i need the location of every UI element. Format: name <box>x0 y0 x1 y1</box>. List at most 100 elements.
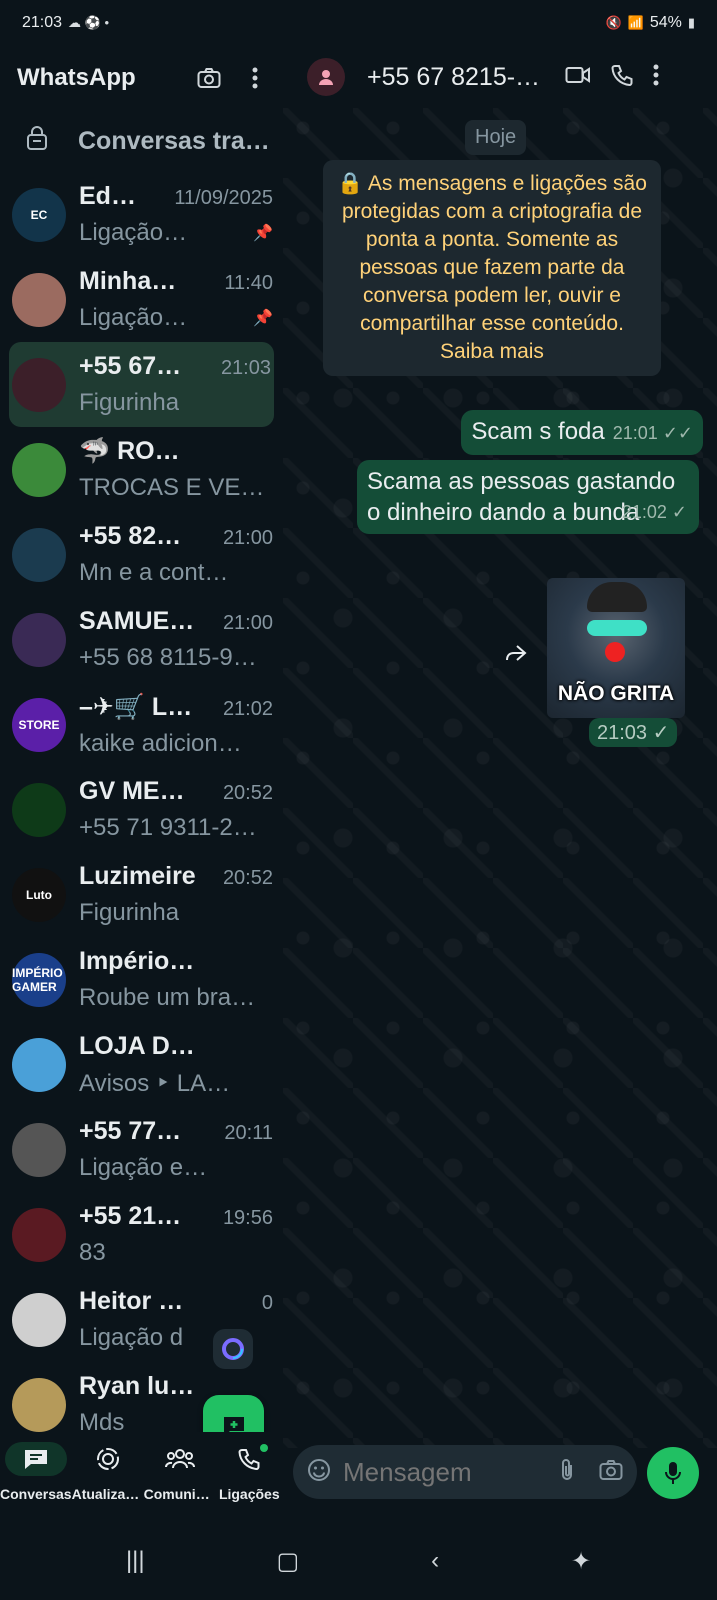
tab-conversas[interactable]: Conversas <box>0 1432 72 1522</box>
message-input[interactable] <box>343 1456 559 1488</box>
message-time: 21:01 ✓✓ <box>612 423 693 443</box>
chat-name: GV MET… <box>79 777 197 805</box>
chat-list-item[interactable]: Minha… 11:40 Ligação… 📌 <box>0 257 283 342</box>
chat-list-item[interactable]: +55 77… 20:11 Ligação e… <box>0 1107 283 1192</box>
tab-atualizacoes[interactable]: Atualizações <box>72 1432 144 1522</box>
calls-tab-icon <box>218 1442 280 1476</box>
avatar[interactable] <box>12 1037 66 1092</box>
chat-name: Minha… <box>79 267 177 295</box>
avatar[interactable] <box>12 527 66 582</box>
more-options-icon[interactable] <box>653 64 659 91</box>
avatar[interactable] <box>12 357 66 412</box>
forward-icon[interactable] <box>505 644 527 667</box>
avatar[interactable] <box>12 1122 66 1177</box>
avatar[interactable] <box>12 612 66 667</box>
tab-comunidades[interactable]: Comunidades <box>144 1432 216 1522</box>
chat-list-item[interactable]: 🦈 ROUB… TROCAS E VEN… <box>0 427 283 512</box>
conversation-pane: +55 67 8215-… Hoje 🔒 As mensagens e liga… <box>283 46 717 1522</box>
avatar[interactable] <box>12 442 66 497</box>
chat-item-body: Império G… Roube um bra… <box>79 947 273 1012</box>
chat-list-item[interactable]: LOJA DE… Avisos ‣ LA… <box>0 1022 283 1107</box>
avatar[interactable] <box>12 1207 66 1262</box>
avatar[interactable] <box>12 1377 66 1432</box>
message-composer <box>293 1445 637 1499</box>
chat-list-item[interactable]: EC Ed… 11/09/2025 Ligação… 📌 <box>0 172 283 257</box>
chat-item-body: +55 21… 19:56 83 <box>79 1202 273 1267</box>
chat-name: +55 21… <box>79 1202 182 1230</box>
avatar[interactable]: Luto <box>12 867 66 922</box>
read-receipt-icon: ✓✓ <box>662 423 693 443</box>
chat-preview: kaike adicion… <box>79 729 242 757</box>
sticker-glasses <box>587 620 647 636</box>
system-navigation-bar: ||| ▢ ‹ ✦ <box>0 1522 717 1600</box>
avatar[interactable] <box>12 272 66 327</box>
chat-list-item[interactable]: +55 21… 19:56 83 <box>0 1192 283 1277</box>
chat-item-body: +55 82… 21:00 Mn e a cont… <box>79 522 273 587</box>
video-call-icon[interactable] <box>565 66 591 89</box>
message-bubble-outgoing[interactable]: Scama as pessoas gastando o dinheiro dan… <box>357 460 699 534</box>
tab-label: Atualizações <box>71 1486 144 1502</box>
chat-list-item[interactable]: SAMUE… 21:00 +55 68 8115-9… <box>0 597 283 682</box>
chat-name: 🦈 ROUB… <box>79 437 197 465</box>
status-bar: 21:03 ☁ ⚽ • 🔇 📶 54% ▮ <box>0 0 717 46</box>
more-options-icon[interactable] <box>241 64 269 92</box>
chat-list-item[interactable]: +55 82… 21:00 Mn e a cont… <box>0 512 283 597</box>
chat-time: 21:00 <box>222 527 273 549</box>
contact-avatar[interactable] <box>307 58 345 96</box>
back-icon[interactable]: ‹ <box>431 1547 439 1575</box>
chat-name: +55 77… <box>79 1117 182 1145</box>
chat-preview: Ligação… <box>79 304 188 331</box>
sticker-image[interactable]: NÃO GRITA <box>547 578 685 718</box>
chat-list-item[interactable]: IMPÉRIO GAMER Império G… Roube um bra… <box>0 937 283 1022</box>
camera-icon[interactable] <box>599 1459 623 1486</box>
chat-name: Ryan lu… <box>79 1372 195 1400</box>
status-time: 21:03 <box>22 14 63 31</box>
chat-item-body: +55 67… 21:03 Figurinha <box>79 352 271 417</box>
pin-icon: 📌 <box>253 310 273 327</box>
chat-name: Heitor C… <box>79 1287 197 1315</box>
tab-ligacoes[interactable]: Ligações <box>216 1432 283 1522</box>
chat-item-body: 🦈 ROUB… TROCAS E VEN… <box>79 437 273 502</box>
camera-icon[interactable] <box>195 64 223 92</box>
chat-list-item[interactable]: GV MET… 20:52 +55 71 9311-2… <box>0 767 283 852</box>
voice-call-icon[interactable] <box>611 64 633 91</box>
chat-list-item[interactable]: Luto Luzimeire 20:52 Figurinha <box>0 852 283 937</box>
microphone-button[interactable] <box>647 1447 699 1499</box>
chat-preview: Figurinha <box>79 389 180 416</box>
avatar[interactable]: EC <box>12 187 66 242</box>
chat-list-header: WhatsApp <box>0 46 283 110</box>
chat-preview: Ligação… <box>79 219 188 246</box>
chats-tab-icon <box>4 1442 67 1476</box>
chat-list-item[interactable]: +55 67… 21:03 Figurinha <box>9 342 274 427</box>
attach-icon[interactable] <box>559 1458 575 1487</box>
avatar[interactable]: STORE <box>12 697 66 752</box>
battery-level: 54% <box>649 14 682 31</box>
chat-item-body: Luzimeire 20:52 Figurinha <box>79 862 273 927</box>
conversation-header: +55 67 8215-… <box>283 46 717 108</box>
locked-chats-label: Conversas trancadas <box>78 126 278 155</box>
chat-time: 11/09/2025 <box>174 187 273 209</box>
sticker-nose <box>605 642 625 662</box>
locked-chats-row[interactable]: Conversas trancadas <box>0 110 283 172</box>
avatar[interactable]: IMPÉRIO GAMER <box>12 952 66 1007</box>
home-icon[interactable]: ▢ <box>277 1547 300 1576</box>
chat-preview: +55 71 9311-2… <box>79 814 257 841</box>
sticker-time: 21:03 ✓ <box>589 718 678 747</box>
avatar[interactable] <box>12 782 66 837</box>
encryption-notice[interactable]: 🔒 As mensagens e ligações são protegidas… <box>323 160 661 376</box>
chat-name: +55 82… <box>79 522 182 550</box>
sticker-hat <box>587 582 647 612</box>
chat-item-body: Ed… 11/09/2025 Ligação… 📌 <box>79 182 273 247</box>
chat-time: 0 <box>261 1292 273 1314</box>
sent-receipt-icon: ✓ <box>671 502 687 522</box>
avatar[interactable] <box>12 1292 66 1347</box>
emoji-icon[interactable] <box>307 1458 331 1487</box>
contact-name[interactable]: +55 67 8215-… <box>367 63 557 92</box>
recent-apps-icon[interactable]: ||| <box>126 1547 145 1575</box>
meta-ai-button[interactable] <box>213 1329 253 1369</box>
chat-list-item[interactable]: STORE –✈🛒 L… 21:02 kaike adicion… <box>0 682 283 767</box>
unread-dot <box>260 1444 269 1452</box>
chat-item-body: Minha… 11:40 Ligação… 📌 <box>79 267 273 332</box>
message-bubble-outgoing[interactable]: Scam s foda 21:01 ✓✓ <box>461 410 703 455</box>
accessibility-icon[interactable]: ✦ <box>571 1547 591 1576</box>
